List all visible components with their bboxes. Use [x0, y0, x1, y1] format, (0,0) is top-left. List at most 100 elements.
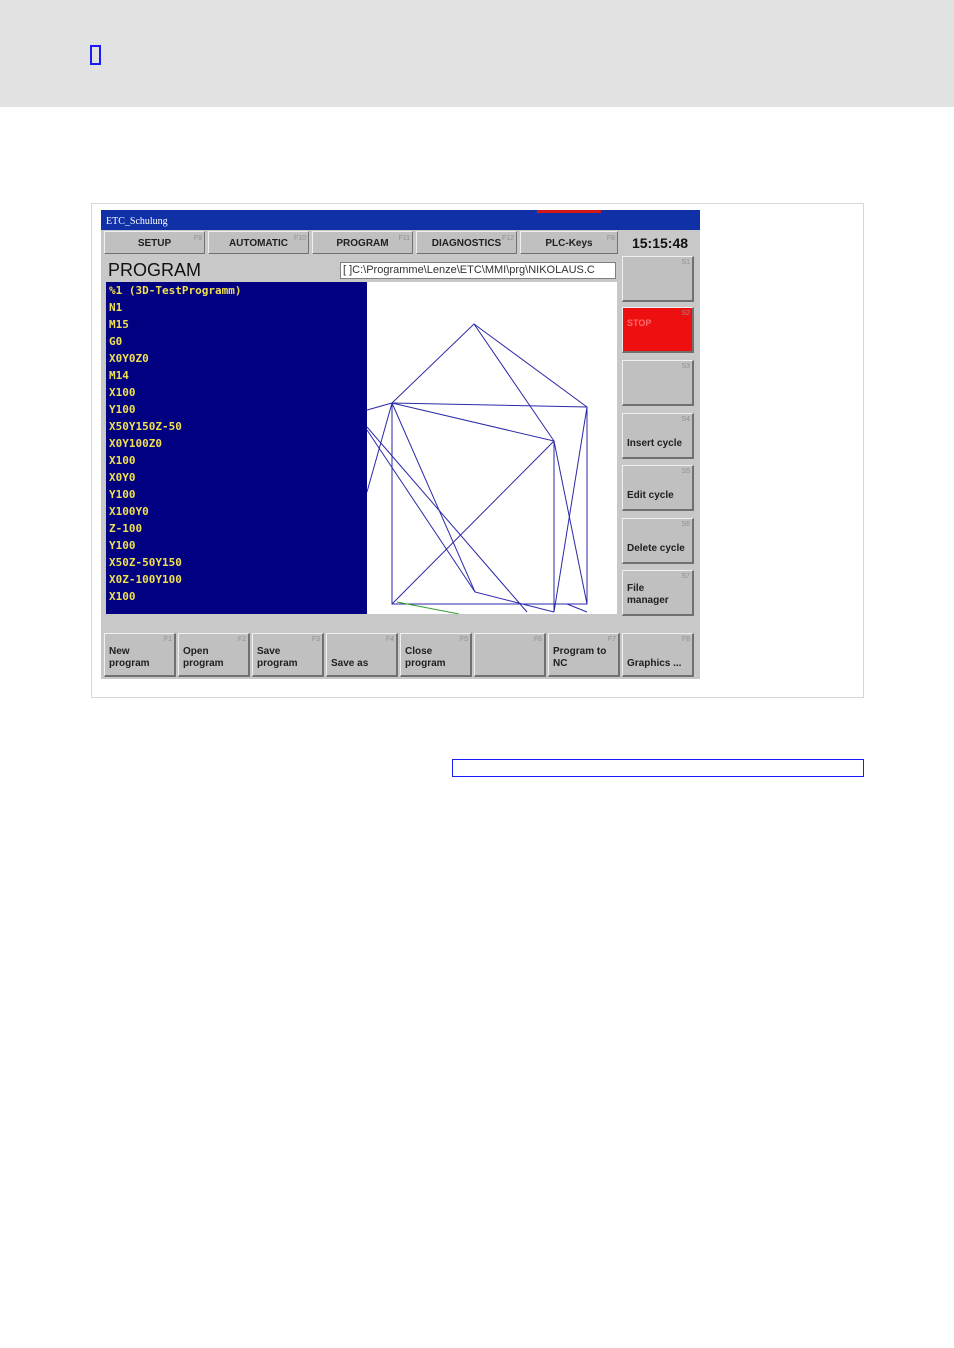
- code-line: N1: [109, 301, 123, 314]
- function-key: F2: [237, 636, 246, 643]
- top-navigation: SETUP F9 AUTOMATIC F10 PROGRAM F11 DIAGN…: [104, 231, 618, 255]
- softkey-label: File manager: [627, 583, 669, 606]
- wireframe-graphic: [366, 323, 588, 615]
- wireframe-edge: [366, 402, 393, 411]
- function-key: S5: [681, 468, 690, 475]
- softkey-label: Save program: [257, 646, 298, 669]
- function-key: S3: [681, 363, 690, 370]
- code-line: Y100: [109, 539, 136, 552]
- softkey-f6[interactable]: F6: [474, 633, 546, 677]
- function-key: F11: [398, 235, 410, 242]
- function-key: S7: [681, 573, 690, 580]
- code-line: %1 (3D-TestProgramm): [109, 284, 242, 297]
- softkey-label: Insert cycle: [627, 438, 683, 449]
- code-line: X100: [109, 590, 136, 603]
- code-line: X0Z-100Y100: [109, 573, 182, 586]
- wireframe-edge: [366, 426, 528, 613]
- function-key: S1: [681, 259, 690, 266]
- softkey-label: Open program: [183, 646, 224, 669]
- title-accent: [537, 210, 601, 213]
- page-header-band: [0, 0, 954, 107]
- file-path-field[interactable]: [ ]C:\Programme\Lenze\ETC\MMI\prg\NIKOLA…: [340, 262, 616, 279]
- clock-display: 15:15:48: [631, 235, 689, 251]
- code-line: X50Z-50Y150: [109, 556, 182, 569]
- code-line: M14: [109, 369, 129, 382]
- window-title-bar: ETC_Schulung: [101, 210, 700, 230]
- save-program-button[interactable]: F3 Save program: [252, 633, 324, 677]
- softkey-label: Close program: [405, 646, 446, 669]
- status-strip: [106, 614, 617, 632]
- softkey-label: Program to NC: [553, 646, 607, 669]
- close-program-button[interactable]: F5 Close program: [400, 633, 472, 677]
- code-line: X0Y0Z0: [109, 352, 149, 365]
- code-line: X0Y0: [109, 471, 136, 484]
- code-line: X100Y0: [109, 505, 149, 518]
- wireframe-edge: [473, 323, 588, 408]
- code-line: X100: [109, 386, 136, 399]
- wireframe-edge: [391, 402, 588, 605]
- tab-program[interactable]: PROGRAM F11: [312, 231, 413, 254]
- caption-box: [452, 759, 864, 777]
- function-key: F9: [193, 235, 202, 242]
- program-to-nc-button[interactable]: F7 Program to NC: [548, 633, 620, 677]
- softkey-label: Graphics ...: [627, 658, 682, 669]
- page-title: PROGRAM: [108, 260, 202, 280]
- open-program-button[interactable]: F2 Open program: [178, 633, 250, 677]
- empty-box-icon: [90, 45, 101, 65]
- function-key: S4: [681, 416, 690, 423]
- softkey-s3[interactable]: S3: [622, 360, 694, 406]
- function-key: F5: [459, 636, 468, 643]
- tab-label: SETUP: [137, 238, 172, 249]
- softkey-s1[interactable]: S1: [622, 256, 694, 302]
- function-key: F8: [606, 235, 615, 242]
- code-line: X0Y100Z0: [109, 437, 162, 450]
- tab-plc-keys[interactable]: PLC-Keys F8: [520, 231, 618, 254]
- etc-screenshot: ETC_Schulung SETUP F9 AUTOMATIC F10 PROG…: [101, 210, 700, 679]
- function-key: F8: [681, 636, 690, 643]
- code-line: Y100: [109, 488, 136, 501]
- code-line: G0: [109, 335, 123, 348]
- function-key: F7: [607, 636, 616, 643]
- code-line: X50Y150Z-50: [109, 420, 182, 433]
- insert-cycle-button[interactable]: S4 Insert cycle: [622, 413, 694, 459]
- wireframe-edge: [391, 402, 555, 613]
- function-key: F6: [533, 636, 542, 643]
- softkey-label: Save as: [331, 658, 369, 669]
- code-line: M15: [109, 318, 129, 331]
- window-title: ETC_Schulung: [106, 216, 168, 227]
- stop-button[interactable]: S2 STOP: [622, 307, 694, 353]
- softkey-label: STOP: [627, 318, 652, 328]
- save-as-button[interactable]: F4 Save as: [326, 633, 398, 677]
- function-key: F4: [385, 636, 394, 643]
- program-code-editor[interactable]: %1 (3D-TestProgramm) N1 M15 G0 X0Y0Z0 M1…: [106, 282, 367, 614]
- toolpath-graphic-view: [366, 282, 617, 615]
- wireframe-edge: [566, 603, 588, 613]
- function-key: F12: [501, 235, 514, 242]
- new-program-button[interactable]: F1 New program: [104, 633, 176, 677]
- wireframe-edge: [391, 323, 555, 442]
- graphics-button[interactable]: F8 Graphics ...: [622, 633, 694, 677]
- function-key: S2: [681, 310, 690, 317]
- tab-setup[interactable]: SETUP F9: [104, 231, 205, 254]
- wireframe-edge: [391, 440, 555, 605]
- file-manager-button[interactable]: S7 File manager: [622, 570, 694, 616]
- function-key: S6: [681, 521, 690, 528]
- tab-label: PLC-Keys: [545, 238, 593, 249]
- code-line: Z-100: [109, 522, 143, 535]
- function-key: F10: [293, 235, 306, 242]
- tab-diagnostics[interactable]: DIAGNOSTICS F12: [416, 231, 517, 254]
- code-line: X100: [109, 454, 136, 467]
- tab-automatic[interactable]: AUTOMATIC F10: [208, 231, 309, 254]
- softkey-label: New program: [109, 646, 150, 669]
- tab-label: PROGRAM: [336, 238, 389, 249]
- wireframe-edge: [391, 402, 555, 612]
- edit-cycle-button[interactable]: S5 Edit cycle: [622, 465, 694, 511]
- delete-cycle-button[interactable]: S6 Delete cycle: [622, 518, 694, 564]
- function-key: F3: [311, 636, 320, 643]
- softkey-label: Delete cycle: [627, 543, 685, 554]
- function-key: F1: [163, 636, 172, 643]
- wireframe-edge: [366, 402, 393, 493]
- softkey-label: Edit cycle: [627, 490, 674, 501]
- code-line: Y100: [109, 403, 136, 416]
- wireframe-edge: [366, 429, 476, 593]
